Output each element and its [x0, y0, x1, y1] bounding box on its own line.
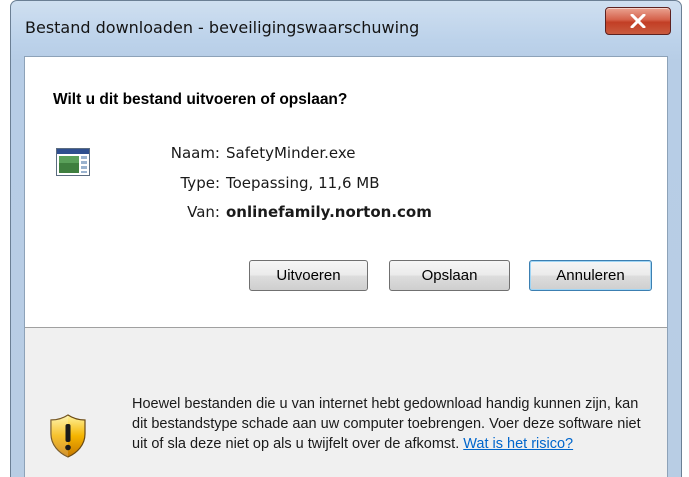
dialog-content: Wilt u dit bestand uitvoeren of opslaan?… [24, 56, 668, 477]
save-button[interactable]: Opslaan [389, 260, 510, 291]
close-icon [630, 14, 646, 28]
source-value: onlinefamily.norton.com [226, 203, 432, 221]
cancel-button[interactable]: Annuleren [529, 260, 652, 291]
warning-message: Hoewel bestanden die u van internet hebt… [132, 394, 647, 454]
executable-file-icon [56, 148, 90, 176]
close-button[interactable] [605, 7, 671, 35]
file-name-value: SafetyMinder.exe [226, 144, 356, 162]
run-button[interactable]: Uitvoeren [249, 260, 368, 291]
risk-info-link[interactable]: Wat is het risico? [463, 436, 573, 452]
window-title: Bestand downloaden - beveiligingswaarsch… [25, 18, 420, 37]
source-label: Van: [187, 203, 220, 221]
file-type-value: Toepassing, 11,6 MB [226, 174, 380, 192]
warning-footer: Hoewel bestanden die u van internet hebt… [25, 328, 667, 477]
type-label: Type: [180, 174, 220, 192]
dialog-question: Wilt u dit bestand uitvoeren of opslaan? [53, 91, 348, 108]
name-label: Naam: [170, 144, 220, 162]
dialog-window: Bestand downloaden - beveiligingswaarsch… [10, 0, 682, 477]
title-bar[interactable]: Bestand downloaden - beveiligingswaarsch… [11, 1, 681, 57]
security-shield-warning-icon [50, 414, 86, 458]
